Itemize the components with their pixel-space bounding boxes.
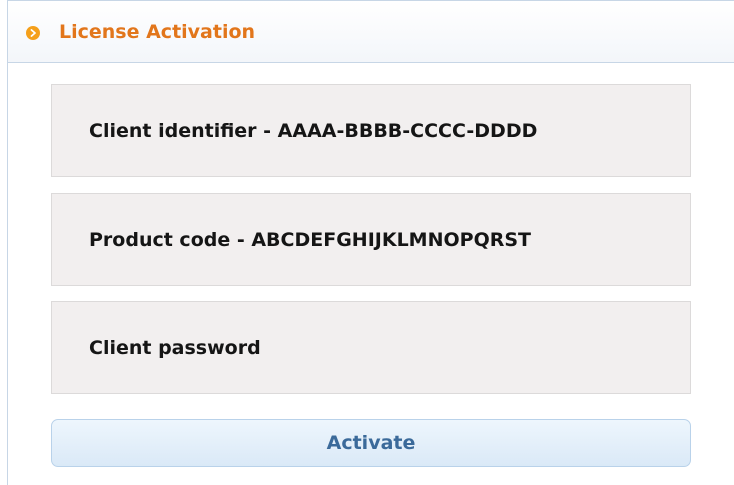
product-code-field: Product code - ABCDEFGHIJKLMNOPQRST	[51, 193, 691, 286]
client-password-field[interactable]: Client password	[51, 301, 691, 394]
arrow-circle-icon	[26, 26, 40, 40]
product-code-label: Product code - ABCDEFGHIJKLMNOPQRST	[89, 228, 531, 251]
panel-title: License Activation	[59, 21, 256, 43]
client-password-label: Client password	[89, 336, 261, 359]
client-identifier-field: Client identifier - AAAA-BBBB-CCCC-DDDD	[51, 84, 691, 177]
panel-header: License Activation	[8, 1, 734, 63]
activate-button[interactable]: Activate	[51, 419, 691, 467]
client-identifier-label: Client identifier - AAAA-BBBB-CCCC-DDDD	[89, 119, 538, 142]
activate-button-label: Activate	[326, 432, 416, 454]
